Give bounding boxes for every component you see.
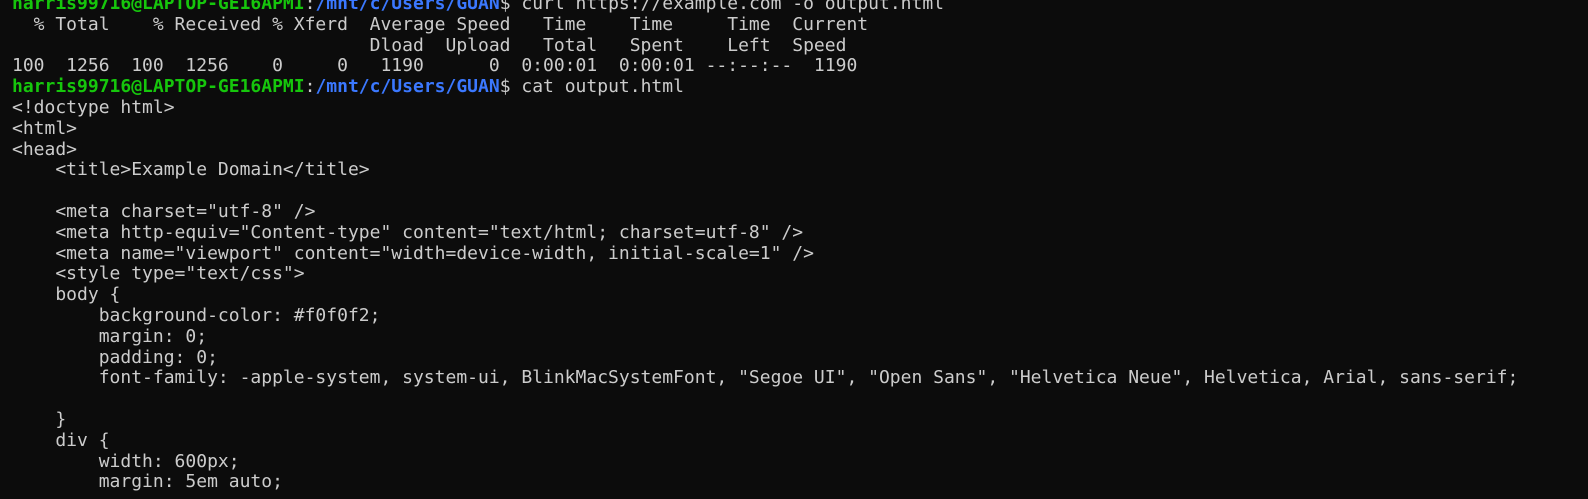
prompt-path: /mnt/c/Users/GUAN: [315, 76, 500, 98]
prompt-path: /mnt/c/Users/GUAN: [315, 0, 500, 14]
prompt-separator: :: [304, 76, 316, 98]
prompt-user-host: harris99716@LAPTOP-GE16APMI: [12, 0, 305, 14]
terminal-window[interactable]: harris99716@LAPTOP-GE16APMI:/mnt/c/Users…: [0, 0, 1588, 493]
file-line: margin: 5em auto;: [12, 471, 283, 493]
file-line: [12, 181, 1588, 202]
prompt-separator: :: [304, 0, 316, 14]
file-line: <meta name="viewport" content="width=dev…: [12, 242, 814, 264]
command-text: cat output.html: [521, 76, 684, 98]
file-line: margin: 0;: [12, 325, 208, 347]
prompt-user-host: harris99716@LAPTOP-GE16APMI: [12, 76, 305, 98]
prompt-line-cat: harris99716@LAPTOP-GE16APMI:/mnt/c/Users…: [12, 76, 1588, 98]
file-line: <meta charset="utf-8" />: [12, 200, 316, 222]
curl-output-header-2: Dload Upload Total Spent Left Speed: [12, 34, 847, 56]
file-line: <!doctype html>: [12, 96, 175, 118]
prompt-symbol: $: [499, 76, 522, 98]
file-line: font-family: -apple-system, system-ui, B…: [12, 367, 1519, 389]
file-line: background-color: #f0f0f2;: [12, 304, 381, 326]
prompt-line-curl: harris99716@LAPTOP-GE16APMI:/mnt/c/Users…: [12, 0, 1588, 15]
file-line: [12, 389, 1588, 410]
file-line: <title>Example Domain</title>: [12, 159, 370, 181]
file-line: padding: 0;: [12, 346, 218, 368]
file-line: <meta http-equiv="Content-type" content=…: [12, 221, 804, 243]
file-line: div {: [12, 429, 110, 451]
prompt-symbol: $: [499, 0, 522, 14]
file-line: body {: [12, 284, 121, 306]
file-line: <html>: [12, 117, 78, 139]
file-line: width: 600px;: [12, 450, 240, 472]
command-text: curl https://example.com -o output.html: [521, 0, 945, 14]
file-line: <head>: [12, 138, 78, 160]
file-line: }: [12, 408, 67, 430]
curl-output-progress: 100 1256 100 1256 0 0 1190 0 0:00:01 0:0…: [12, 55, 858, 77]
curl-output-header-1: % Total % Received % Xferd Average Speed…: [12, 13, 869, 35]
file-line: <style type="text/css">: [12, 263, 305, 285]
